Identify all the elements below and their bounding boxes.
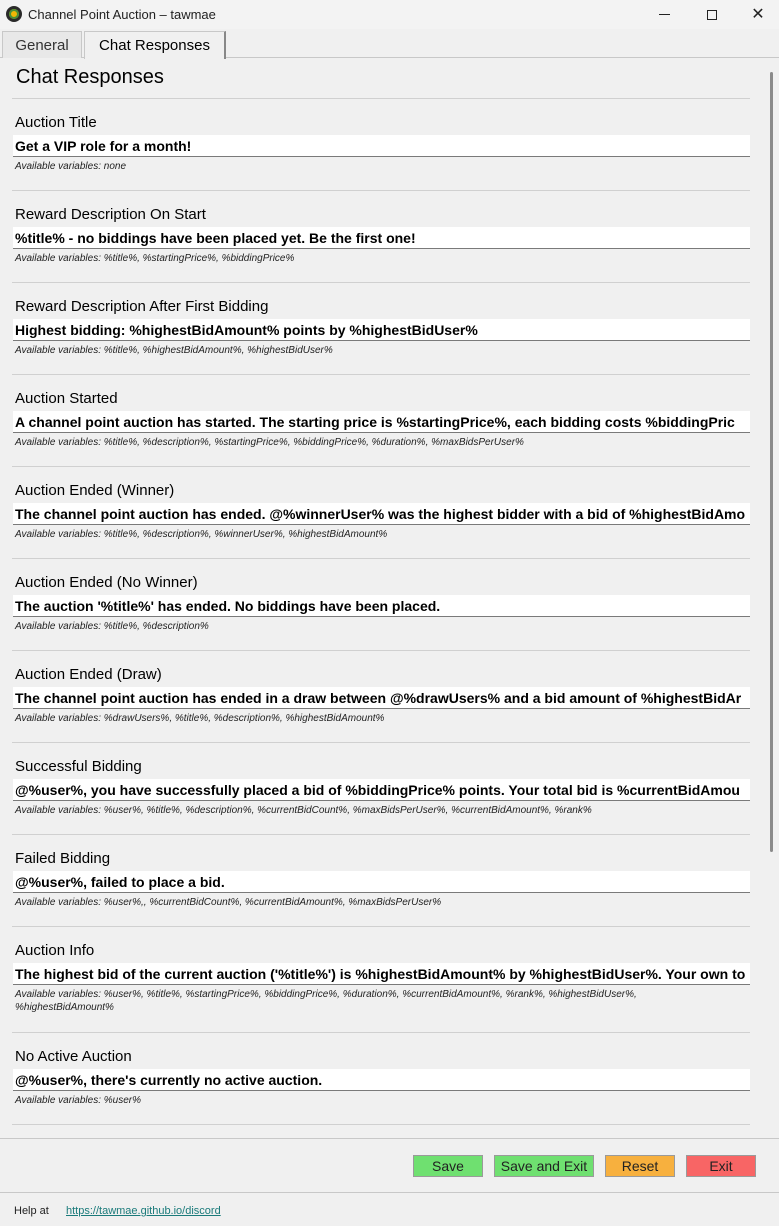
section-label: No Active Auction: [15, 1048, 132, 1065]
available-variables: Available variables: %title%, %highestBi…: [15, 345, 333, 356]
window-titlebar: Channel Point Auction – tawmae ✕: [0, 0, 779, 29]
section-label: Auction Info: [15, 942, 95, 959]
section-label: Auction Ended (Draw): [15, 666, 162, 683]
no-active-auction-input[interactable]: @%user%, there's currently no active auc…: [13, 1069, 750, 1091]
save-button[interactable]: Save: [413, 1155, 483, 1177]
maximize-icon: [707, 9, 717, 20]
section-label: Successful Bidding: [15, 758, 142, 775]
auction-info-input[interactable]: The highest bid of the current auction (…: [13, 963, 750, 985]
available-variables: Available variables: %title%, %startingP…: [15, 253, 295, 264]
tab-chat-responses[interactable]: Chat Responses: [84, 31, 226, 59]
divider: [12, 834, 750, 835]
divider: [12, 650, 750, 651]
section-label: Reward Description On Start: [15, 206, 206, 223]
tab-bar: General Chat Responses: [0, 29, 779, 59]
close-icon: ✕: [751, 5, 765, 23]
section-label: Auction Started: [15, 390, 118, 407]
discord-help-link[interactable]: https://tawmae.github.io/discord: [66, 1205, 221, 1217]
divider: [12, 466, 750, 467]
divider: [12, 926, 750, 927]
divider: [12, 98, 750, 99]
divider: [0, 1138, 779, 1139]
available-variables: Available variables: %title%, %descripti…: [15, 621, 209, 632]
section-label: Auction Title: [15, 114, 97, 131]
divider: [12, 190, 750, 191]
help-label: Help at: [14, 1205, 49, 1217]
divider: [0, 1192, 779, 1193]
page-title: Chat Responses: [16, 66, 164, 88]
available-variables: Available variables: %title%, %descripti…: [15, 437, 524, 448]
auction-ended-no-winner-input[interactable]: The auction '%title%' has ended. No bidd…: [13, 595, 750, 617]
maximize-button[interactable]: [689, 0, 735, 29]
auction-ended-draw-input[interactable]: The channel point auction has ended in a…: [13, 687, 750, 709]
scrollbar-thumb[interactable]: [770, 72, 773, 852]
available-variables: Available variables: %user%, %title%, %d…: [15, 805, 592, 816]
divider: [12, 1032, 750, 1033]
divider: [12, 1124, 750, 1125]
window-title: Channel Point Auction – tawmae: [28, 7, 216, 22]
reward-description-on-start-input[interactable]: %title% - no biddings have been placed y…: [13, 227, 750, 249]
save-and-exit-button[interactable]: Save and Exit: [494, 1155, 594, 1177]
chat-responses-panel: Chat Responses Auction Title Get a VIP r…: [0, 58, 767, 1138]
section-label: Failed Bidding: [15, 850, 111, 867]
successful-bidding-input[interactable]: @%user%, you have successfully placed a …: [13, 779, 750, 801]
auction-started-input[interactable]: A channel point auction has started. The…: [13, 411, 750, 433]
minimize-icon: [658, 14, 670, 15]
divider: [12, 282, 750, 283]
app-logo-icon: [6, 6, 22, 22]
available-variables: Available variables: %user%,, %currentBi…: [15, 897, 442, 908]
vertical-scrollbar[interactable]: [767, 58, 779, 1138]
divider: [12, 558, 750, 559]
auction-ended-winner-input[interactable]: The channel point auction has ended. @%w…: [13, 503, 750, 525]
available-variables: Available variables: %user%, %title%, %s…: [15, 989, 637, 1013]
reset-button[interactable]: Reset: [605, 1155, 675, 1177]
divider: [12, 742, 750, 743]
available-variables: Available variables: %drawUsers%, %title…: [15, 713, 385, 724]
minimize-button[interactable]: [641, 0, 687, 29]
failed-bidding-input[interactable]: @%user%, failed to place a bid.: [13, 871, 750, 893]
exit-button[interactable]: Exit: [686, 1155, 756, 1177]
available-variables: Available variables: %user%: [15, 1095, 141, 1106]
available-variables: Available variables: none: [15, 161, 127, 172]
reward-description-after-first-bidding-input[interactable]: Highest bidding: %highestBidAmount% poin…: [13, 319, 750, 341]
section-label: Reward Description After First Bidding: [15, 298, 269, 315]
close-button[interactable]: ✕: [735, 0, 779, 29]
available-variables: Available variables: %title%, %descripti…: [15, 529, 388, 540]
section-label: Auction Ended (Winner): [15, 482, 175, 499]
section-label: Auction Ended (No Winner): [15, 574, 198, 591]
divider: [12, 374, 750, 375]
tab-general[interactable]: General: [2, 31, 82, 58]
auction-title-input[interactable]: Get a VIP role for a month!: [13, 135, 750, 157]
